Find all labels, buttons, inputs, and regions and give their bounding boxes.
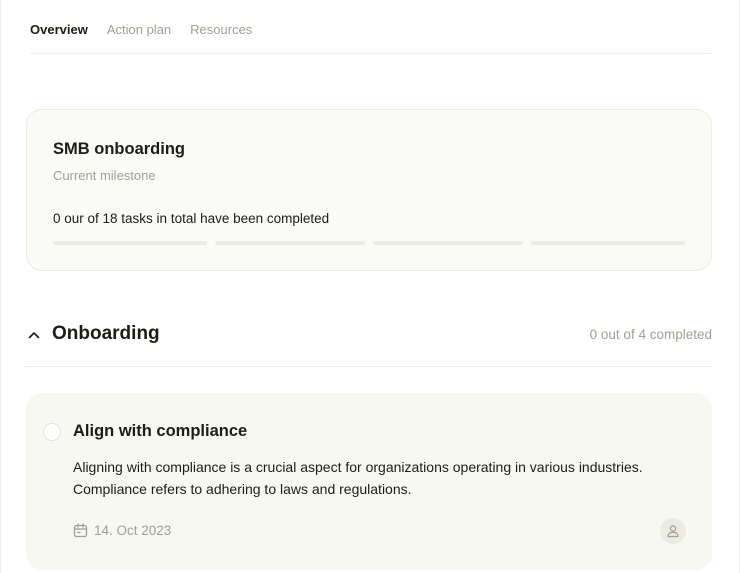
milestone-progress-bar bbox=[53, 241, 685, 245]
tabs-divider bbox=[30, 53, 711, 54]
section-count: 0 out of 4 completed bbox=[589, 327, 712, 342]
task-title: Align with compliance bbox=[73, 422, 248, 440]
section-header-onboarding[interactable]: Onboarding 0 out of 4 completed bbox=[26, 320, 712, 350]
calendar-icon bbox=[73, 523, 88, 538]
progress-segment bbox=[373, 241, 523, 245]
user-icon bbox=[667, 525, 679, 538]
section-divider bbox=[26, 366, 712, 367]
milestone-progress-text: 0 our of 18 tasks in total have been com… bbox=[53, 211, 330, 226]
milestone-title: SMB onboarding bbox=[53, 140, 185, 158]
task-card[interactable]: Align with compliance Aligning with comp… bbox=[26, 393, 712, 570]
progress-segment bbox=[531, 241, 685, 245]
tab-bar: Overview Action plan Resources bbox=[30, 22, 252, 37]
section-title: Onboarding bbox=[52, 323, 160, 344]
task-due-date: 14. Oct 2023 bbox=[73, 523, 171, 538]
task-date-text: 14. Oct 2023 bbox=[94, 523, 172, 538]
milestone-card: SMB onboarding Current milestone 0 our o… bbox=[26, 109, 712, 271]
progress-segment bbox=[215, 241, 365, 245]
task-description: Aligning with compliance is a crucial as… bbox=[73, 459, 643, 497]
tab-overview[interactable]: Overview bbox=[30, 22, 88, 37]
assignee-avatar[interactable] bbox=[660, 518, 686, 544]
progress-segment bbox=[53, 241, 207, 245]
tab-resources[interactable]: Resources bbox=[190, 22, 252, 37]
milestone-subtitle: Current milestone bbox=[53, 168, 156, 183]
task-checkbox[interactable] bbox=[43, 423, 61, 441]
chevron-up-icon[interactable] bbox=[28, 330, 40, 340]
tab-action-plan[interactable]: Action plan bbox=[107, 22, 171, 37]
